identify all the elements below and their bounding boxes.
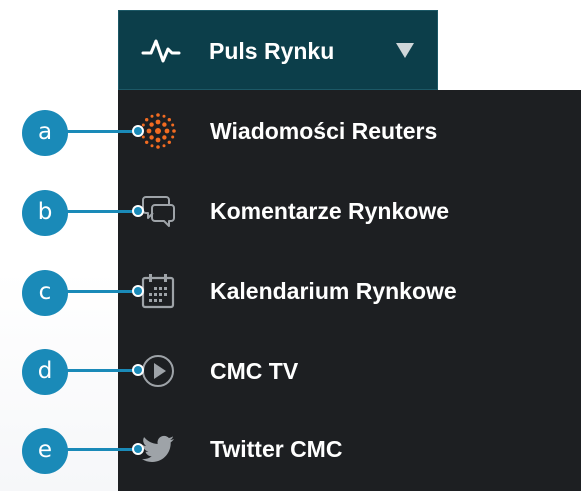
callout-badge-e: e (22, 428, 68, 474)
menu-item-label: Kalendarium Rynkowe (210, 278, 457, 304)
reuters-icon (140, 113, 176, 149)
callout-badge-b: b (22, 190, 68, 236)
puls-rynku-dropdown: Wiadomości Reuters Komentarze Rynkowe Ka… (118, 90, 581, 491)
callout-line-b (64, 210, 138, 213)
play-circle-icon (142, 355, 174, 387)
menu-item-label: Wiadomości Reuters (210, 118, 438, 144)
menu-item-label: CMC TV (210, 358, 299, 384)
callout-dot-c (134, 287, 142, 295)
callout-dot-e (134, 445, 142, 453)
callout-line-a (64, 130, 138, 133)
pulse-icon (141, 39, 181, 63)
callout-badge-c: c (22, 270, 68, 316)
callout-line-c (64, 290, 138, 293)
calendar-icon (141, 274, 175, 309)
menu-item-label: Twitter CMC (210, 436, 343, 462)
callout-dot-b (134, 207, 142, 215)
menu-item-kalendarium[interactable]: Kalendarium Rynkowe (118, 252, 581, 330)
callout-dot-a (134, 127, 142, 135)
chat-bubbles-icon (142, 196, 175, 227)
callout-dot-d (134, 366, 142, 374)
menu-item-label: Komentarze Rynkowe (210, 198, 450, 224)
callout-line-e (64, 448, 138, 451)
menu-item-twitter[interactable]: Twitter CMC (118, 410, 581, 488)
twitter-bird-icon (141, 435, 174, 462)
caret-down-icon (396, 43, 414, 58)
callout-line-d (64, 369, 138, 372)
menu-title: Puls Rynku (209, 38, 335, 64)
callout-badge-a: a (22, 110, 68, 156)
menu-item-komentarze[interactable]: Komentarze Rynkowe (118, 172, 581, 250)
menu-item-reuters[interactable]: Wiadomości Reuters (118, 92, 581, 170)
callout-badge-d: d (22, 349, 68, 395)
menu-item-cmc-tv[interactable]: CMC TV (118, 332, 581, 410)
puls-rynku-menu-button[interactable]: Puls Rynku (118, 10, 438, 90)
